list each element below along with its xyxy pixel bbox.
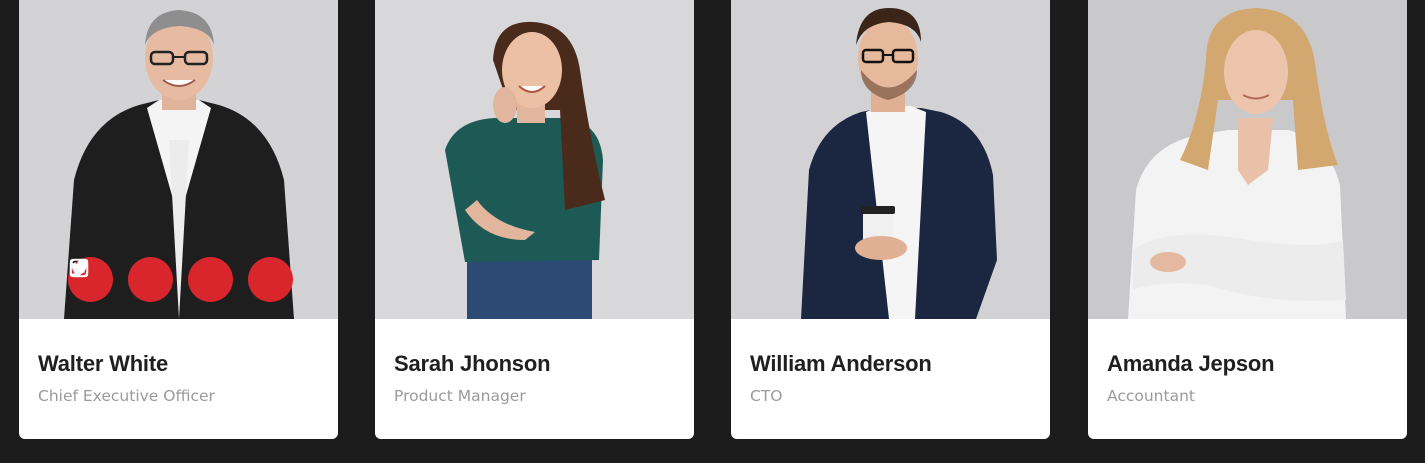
social-links <box>68 257 293 302</box>
member-photo-amanda-jepson <box>1088 0 1407 319</box>
member-role: CTO <box>750 387 783 405</box>
member-name: Sarah Jhonson <box>394 351 551 376</box>
member-role: Accountant <box>1107 387 1195 405</box>
member-info: Walter White Chief Executive Officer <box>38 350 328 406</box>
member-info: William Anderson CTO <box>750 350 1040 406</box>
woman-crossed-arms-portrait-image <box>1088 0 1407 319</box>
facebook-button[interactable] <box>74 257 173 302</box>
member-photo-sarah-jhonson <box>375 0 694 319</box>
linkedin-icon <box>69 258 89 278</box>
member-info: Amanda Jepson Accountant <box>1107 350 1397 406</box>
team-section: Walter White Chief Executive Officer Sar… <box>0 0 1425 463</box>
member-photo-william-anderson <box>731 0 1050 319</box>
team-member-card-william-anderson[interactable]: William Anderson CTO <box>731 0 1050 439</box>
team-member-card-amanda-jepson[interactable]: Amanda Jepson Accountant <box>1088 0 1407 439</box>
linkedin-button[interactable] <box>69 257 293 302</box>
member-name: Walter White <box>38 351 169 376</box>
woman-portrait-image <box>375 0 694 319</box>
member-info: Sarah Jhonson Product Manager <box>394 350 684 406</box>
team-member-card-walter-white[interactable]: Walter White Chief Executive Officer <box>19 0 338 439</box>
member-role: Product Manager <box>394 387 526 405</box>
instagram-button[interactable] <box>69 257 233 302</box>
man-with-coffee-portrait-image <box>731 0 1050 319</box>
member-role: Chief Executive Officer <box>38 387 215 405</box>
member-name: Amanda Jepson <box>1107 351 1275 376</box>
member-photo-walter-white <box>19 0 338 319</box>
member-name: William Anderson <box>750 351 932 376</box>
team-member-card-sarah-jhonson[interactable]: Sarah Jhonson Product Manager <box>375 0 694 439</box>
